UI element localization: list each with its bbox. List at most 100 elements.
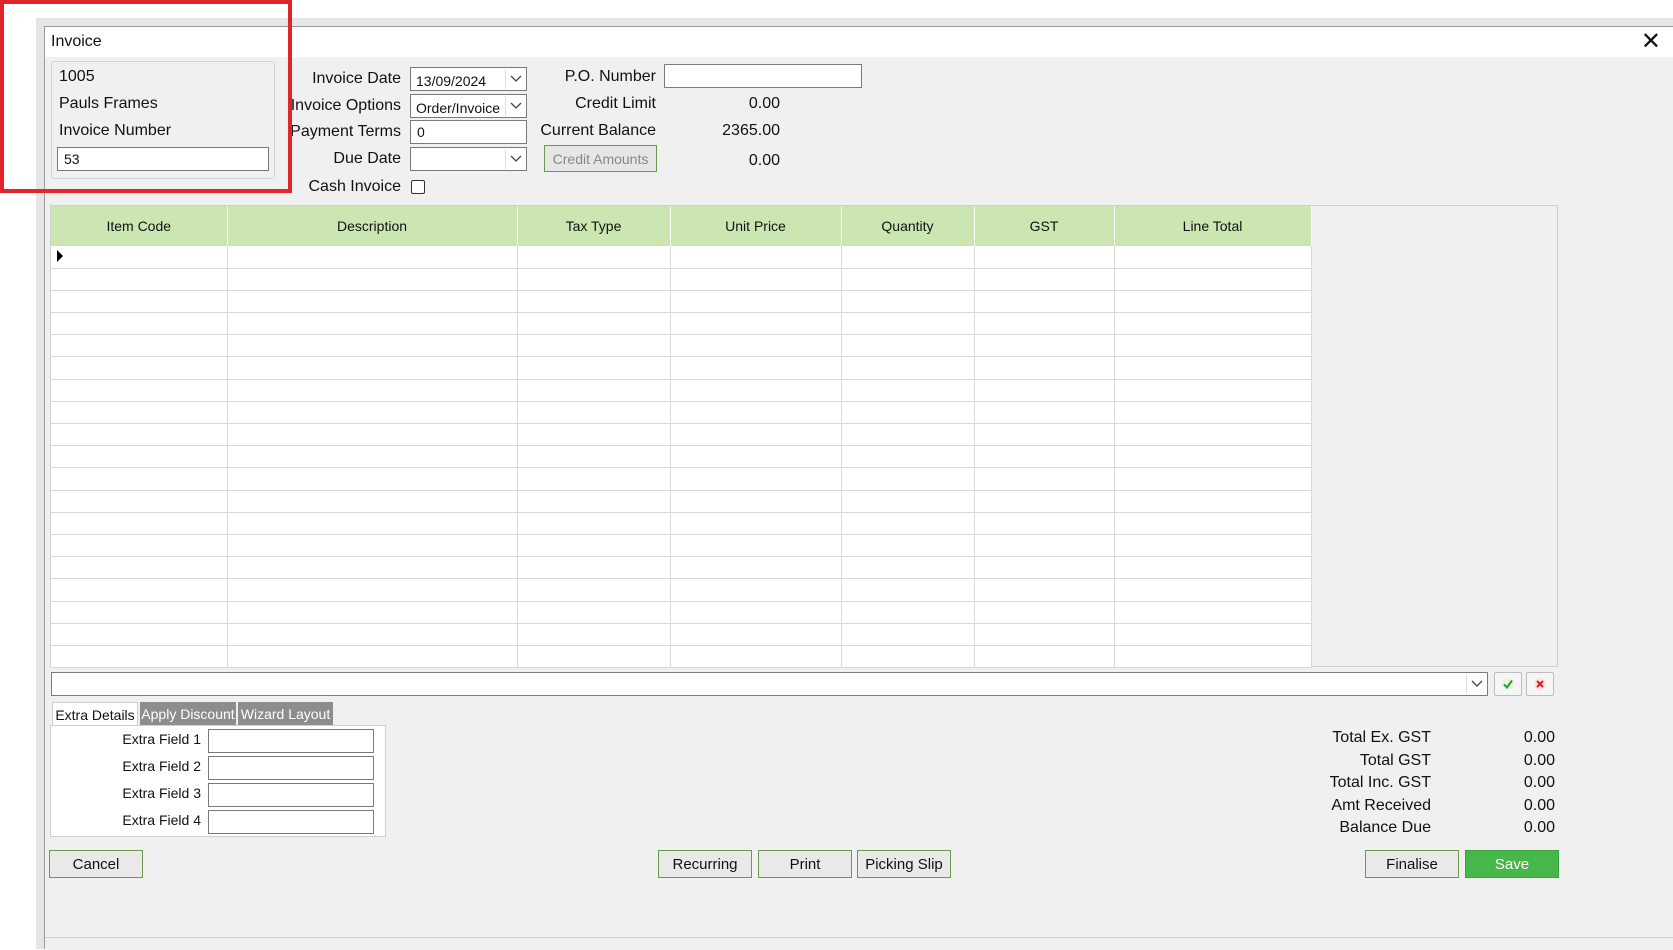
grid-cell[interactable] (670, 423, 842, 447)
grid-cell[interactable] (517, 512, 671, 535)
payment-terms-input[interactable] (410, 120, 527, 144)
grid-cell[interactable] (517, 379, 671, 402)
grid-cell[interactable] (841, 356, 975, 380)
grid-cell[interactable] (841, 645, 975, 669)
due-date-picker[interactable] (410, 147, 527, 171)
grid-cell[interactable] (974, 423, 1115, 447)
grid-cell[interactable] (227, 490, 518, 513)
cash-invoice-checkbox[interactable] (411, 180, 425, 194)
grid-cell[interactable] (670, 268, 842, 291)
grid-cell[interactable] (51, 445, 228, 469)
grid-cell[interactable] (1114, 445, 1312, 469)
grid-cell[interactable] (227, 601, 518, 624)
grid-cell[interactable] (974, 490, 1115, 513)
grid-cell[interactable] (51, 578, 228, 602)
grid-cell[interactable] (1114, 423, 1312, 447)
grid-cell[interactable] (974, 512, 1115, 535)
grid-cell[interactable] (51, 401, 228, 425)
grid-cell[interactable] (227, 401, 518, 425)
tab-apply-discount[interactable]: Apply Discount (140, 702, 236, 726)
column-header-quantity[interactable]: Quantity (841, 206, 975, 246)
save-button[interactable]: Save (1465, 850, 1559, 878)
grid-cell[interactable] (517, 467, 671, 491)
chevron-down-icon[interactable] (505, 149, 525, 169)
grid-cell[interactable] (670, 534, 842, 558)
grid-cell[interactable] (51, 290, 228, 314)
grid-cell[interactable] (1114, 601, 1312, 624)
grid-cell[interactable] (227, 290, 518, 314)
table-row[interactable] (51, 423, 1312, 447)
grid-cell[interactable] (227, 268, 518, 291)
grid-cell[interactable] (1114, 246, 1312, 269)
grid-cell[interactable] (974, 645, 1115, 669)
column-header-tax-type[interactable]: Tax Type (517, 206, 671, 246)
grid-cell[interactable] (51, 534, 228, 558)
grid-cell[interactable] (841, 623, 975, 646)
grid-cell[interactable] (670, 623, 842, 646)
table-row[interactable] (51, 556, 1312, 580)
grid-cell[interactable] (670, 246, 842, 269)
column-header-description[interactable]: Description (227, 206, 518, 246)
grid-cell[interactable] (670, 645, 842, 669)
grid-cell[interactable] (517, 312, 671, 336)
grid-cell[interactable] (841, 379, 975, 402)
grid-cell[interactable] (670, 490, 842, 513)
extra-field-2-input[interactable] (208, 756, 374, 780)
table-row[interactable] (51, 512, 1312, 535)
grid-cell[interactable] (227, 512, 518, 535)
po-number-input[interactable] (664, 64, 862, 88)
grid-cell[interactable] (974, 556, 1115, 580)
tab-extra-details[interactable]: Extra Details (52, 702, 138, 727)
grid-cell[interactable] (974, 601, 1115, 624)
grid-cell[interactable] (1114, 623, 1312, 646)
grid-cell[interactable] (51, 379, 228, 402)
table-row[interactable] (51, 268, 1312, 291)
grid-cell[interactable] (841, 512, 975, 535)
table-row[interactable] (51, 401, 1312, 425)
grid-cell[interactable] (1114, 467, 1312, 491)
table-row[interactable] (51, 623, 1312, 646)
grid-cell[interactable] (670, 556, 842, 580)
table-row[interactable] (51, 645, 1312, 669)
grid-cell[interactable] (670, 601, 842, 624)
red-cross-icon[interactable] (1526, 672, 1554, 696)
grid-cell[interactable] (974, 467, 1115, 491)
grid-cell[interactable] (51, 490, 228, 513)
column-header-line-total[interactable]: Line Total (1114, 206, 1312, 246)
recurring-button[interactable]: Recurring (658, 850, 752, 878)
grid-cell[interactable] (974, 578, 1115, 602)
grid-cell[interactable] (517, 534, 671, 558)
column-header-item-code[interactable]: Item Code (51, 206, 228, 246)
grid-cell[interactable] (1114, 645, 1312, 669)
grid-cell[interactable] (974, 379, 1115, 402)
grid-cell[interactable] (841, 467, 975, 491)
grid-cell[interactable] (974, 623, 1115, 646)
grid-cell[interactable] (51, 512, 228, 535)
grid-cell[interactable] (227, 556, 518, 580)
grid-cell[interactable] (517, 423, 671, 447)
grid-cell[interactable] (51, 556, 228, 580)
grid-cell[interactable] (517, 556, 671, 580)
grid-cell[interactable] (1114, 512, 1312, 535)
item-search-combo[interactable] (51, 672, 1488, 696)
grid-cell[interactable] (841, 556, 975, 580)
grid-cell[interactable] (517, 445, 671, 469)
grid-cell[interactable] (1114, 290, 1312, 314)
grid-cell[interactable] (51, 334, 228, 358)
chevron-down-icon[interactable] (505, 96, 525, 116)
grid-cell[interactable] (670, 379, 842, 402)
table-row[interactable] (51, 467, 1312, 491)
grid-cell[interactable] (1114, 534, 1312, 558)
grid-cell[interactable] (1114, 312, 1312, 336)
grid-cell[interactable] (974, 312, 1115, 336)
grid-cell[interactable] (51, 645, 228, 669)
grid-cell[interactable] (670, 312, 842, 336)
grid-cell[interactable] (51, 623, 228, 646)
table-row[interactable] (51, 578, 1312, 602)
table-row[interactable] (51, 445, 1312, 469)
grid-cell[interactable] (670, 467, 842, 491)
chevron-down-icon[interactable] (1466, 674, 1486, 694)
grid-cell[interactable] (974, 290, 1115, 314)
tab-wizard-layout[interactable]: Wizard Layout (238, 702, 333, 726)
grid-cell[interactable] (841, 268, 975, 291)
